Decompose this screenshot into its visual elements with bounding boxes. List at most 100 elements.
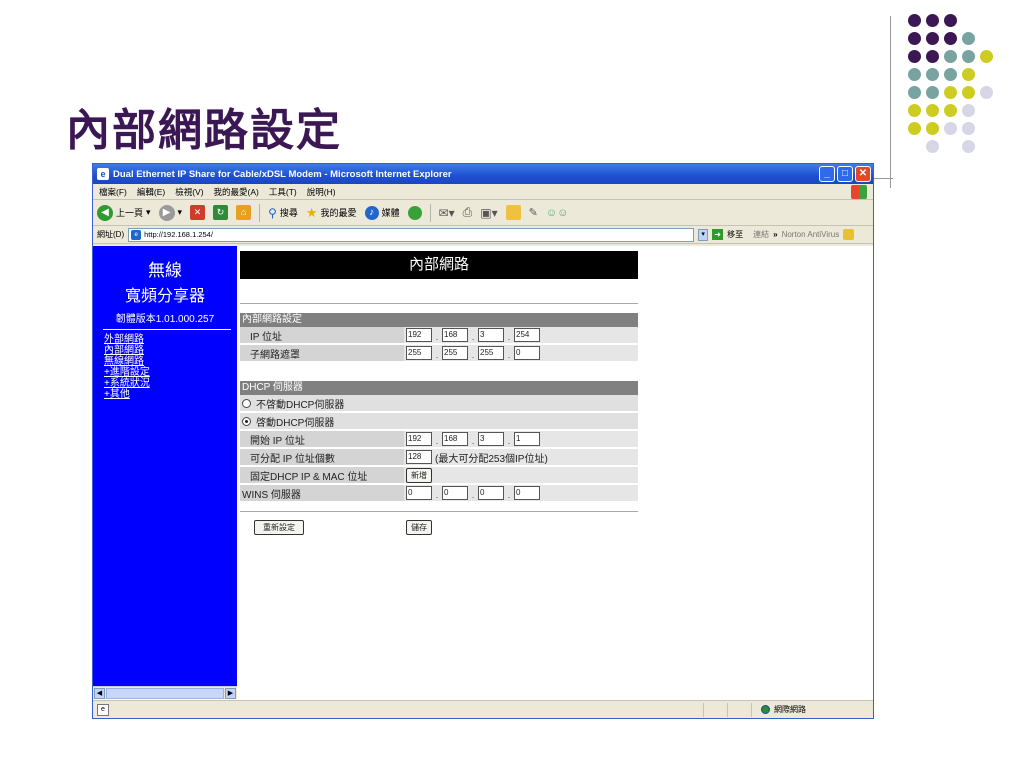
back-button[interactable]: ◀ 上一頁 ▾ (97, 204, 151, 221)
mask-octet-3[interactable]: 255 (478, 346, 504, 360)
wins-octet-3[interactable]: 0 (478, 486, 504, 500)
refresh-icon[interactable]: ↻ (213, 205, 229, 220)
decorative-dot (908, 50, 921, 63)
users-icon[interactable]: ☺☺ (546, 207, 568, 219)
decorative-dot (926, 122, 939, 135)
mail-icon[interactable]: ✉▾ (439, 206, 455, 220)
start-ip-octet-4[interactable]: 1 (514, 432, 540, 446)
forward-button[interactable]: ▶ ▾ (158, 204, 182, 221)
decorative-dot (962, 68, 975, 81)
lan-settings-form: 內部網路 內部網路設定 IP 位址 192. 168. 3. 254 子網路遮罩… (240, 251, 638, 542)
sidebar-link-wireless[interactable]: 無線網路 (93, 356, 237, 367)
close-button[interactable]: ✕ (855, 166, 871, 182)
scroll-right-icon[interactable]: ▶ (225, 688, 236, 699)
add-mapping-button[interactable]: 新增 (406, 467, 432, 483)
search-button[interactable]: ⚲ 搜尋 (268, 206, 298, 220)
sidebar-title-2: 寬頻分享器 (124, 286, 205, 305)
stop-icon[interactable]: ✕ (190, 205, 206, 220)
window-titlebar[interactable]: e Dual Ethernet IP Share for Cable/xDSL … (93, 164, 873, 184)
forward-arrow-icon: ▶ (158, 204, 175, 221)
back-arrow-icon: ◀ (97, 204, 113, 221)
folder-icon[interactable] (505, 205, 521, 220)
maximize-button[interactable]: □ (837, 166, 853, 182)
menu-help[interactable]: 說明(H) (307, 186, 336, 198)
wins-octet-4[interactable]: 0 (514, 486, 540, 500)
minimize-button[interactable]: _ (819, 166, 835, 182)
start-ip-octet-1[interactable]: 192 (406, 432, 432, 446)
home-icon[interactable]: ⌂ (236, 205, 252, 220)
decorative-dot (944, 14, 957, 27)
mask-octet-1[interactable]: 255 (406, 346, 432, 360)
search-icon: ⚲ (268, 205, 277, 220)
url-input[interactable]: e http://192.168.1.254/ (128, 227, 695, 242)
decorative-dot (944, 32, 957, 45)
sidebar-link-advanced[interactable]: +進階設定 (93, 367, 237, 378)
go-arrow-icon[interactable]: ➜ (712, 229, 724, 240)
mask-octet-2[interactable]: 255 (442, 346, 468, 360)
menu-view[interactable]: 檢視(V) (175, 186, 203, 198)
decorative-dot (962, 104, 975, 117)
messenger-icon[interactable]: ✎ (529, 206, 538, 219)
dhcp-off-radio[interactable] (242, 398, 251, 408)
ip-octet-2[interactable]: 168 (442, 328, 468, 342)
scroll-thumb[interactable] (106, 688, 224, 699)
decorative-dot (944, 122, 957, 135)
decorative-dot (944, 86, 957, 99)
go-button[interactable]: 移至 (727, 229, 743, 240)
subnet-mask-label: 子網路遮罩 (250, 349, 300, 361)
links-label[interactable]: 連結 (753, 229, 769, 240)
media-button[interactable]: ♪ 媒體 (364, 205, 400, 220)
ip-count-input[interactable]: 128 (406, 450, 432, 464)
ip-octet-3[interactable]: 3 (478, 328, 504, 342)
print-icon[interactable]: ⎙ (463, 205, 473, 220)
sidebar-link-wan[interactable]: 外部網路 (93, 334, 237, 345)
start-ip-octet-3[interactable]: 3 (478, 432, 504, 446)
url-dropdown[interactable]: ▾ (698, 228, 709, 241)
sidebar-link-status[interactable]: +系統狀況 (93, 378, 237, 389)
decorative-dot (926, 86, 939, 99)
start-ip-label: 開始 IP 位址 (250, 435, 305, 447)
page-status-icon: e (97, 703, 109, 716)
reset-button[interactable]: 重新設定 (254, 520, 304, 535)
decorative-dot (908, 104, 921, 117)
sidebar-link-other[interactable]: +其他 (93, 389, 237, 400)
favorites-button[interactable]: ★ 我的最愛 (306, 205, 357, 221)
norton-label[interactable]: Norton AntiVirus (782, 230, 840, 239)
history-icon[interactable] (407, 205, 422, 220)
save-button[interactable]: 儲存 (406, 520, 432, 535)
sidebar-horizontal-scrollbar[interactable]: ◀ ▶ (93, 686, 237, 699)
scroll-left-icon[interactable]: ◀ (94, 688, 105, 699)
norton-icon[interactable] (843, 229, 855, 240)
menu-favorites[interactable]: 我的最愛(A) (214, 186, 259, 198)
menu-file[interactable]: 檔案(F) (99, 186, 127, 198)
mask-octet-4[interactable]: 0 (514, 346, 540, 360)
dhcp-on-radio[interactable] (242, 416, 251, 426)
decorative-dot (962, 50, 975, 63)
wins-octet-1[interactable]: 0 (406, 486, 432, 500)
wins-octet-2[interactable]: 0 (442, 486, 468, 500)
ip-octet-4[interactable]: 254 (514, 328, 540, 342)
ip-count-hint: (最大可分配253個IP位址) (435, 453, 548, 465)
dhcp-on-row: 啓動DHCP伺服器 (240, 413, 638, 431)
ip-count-row: 可分配 IP 位址個數 128 (最大可分配253個IP位址) (240, 449, 638, 467)
fixed-dhcp-label: 固定DHCP IP & MAC 位址 (250, 471, 368, 483)
edit-icon[interactable]: ▣▾ (480, 206, 497, 220)
decorative-vertical-line (890, 16, 891, 188)
decorative-dot (926, 50, 939, 63)
decorative-dot (908, 86, 921, 99)
menu-tools[interactable]: 工具(T) (269, 186, 297, 198)
start-ip-octet-2[interactable]: 168 (442, 432, 468, 446)
browser-window: e Dual Ethernet IP Share for Cable/xDSL … (92, 163, 874, 719)
media-icon: ♪ (364, 205, 379, 220)
ip-count-label: 可分配 IP 位址個數 (250, 453, 335, 465)
menu-edit[interactable]: 編輯(E) (137, 186, 165, 198)
sidebar: 無線 寬頻分享器 韌體版本1.01.000.257 外部網路 內部網路 無線網路… (93, 246, 237, 686)
decorative-dot (908, 122, 921, 135)
ip-octet-1[interactable]: 192 (406, 328, 432, 342)
decorative-dot (926, 14, 939, 27)
browser-toolbar: ◀ 上一頁 ▾ ▶ ▾ ✕ ↻ ⌂ ⚲ 搜尋 ★ 我的最愛 ♪ 媒體 ✉▾ ⎙ … (93, 200, 873, 226)
star-icon: ★ (305, 204, 318, 220)
sidebar-link-lan[interactable]: 內部網路 (93, 345, 237, 356)
address-bar: 網址(D) e http://192.168.1.254/ ▾ ➜ 移至 連結 … (93, 226, 873, 244)
decorative-dot (944, 50, 957, 63)
